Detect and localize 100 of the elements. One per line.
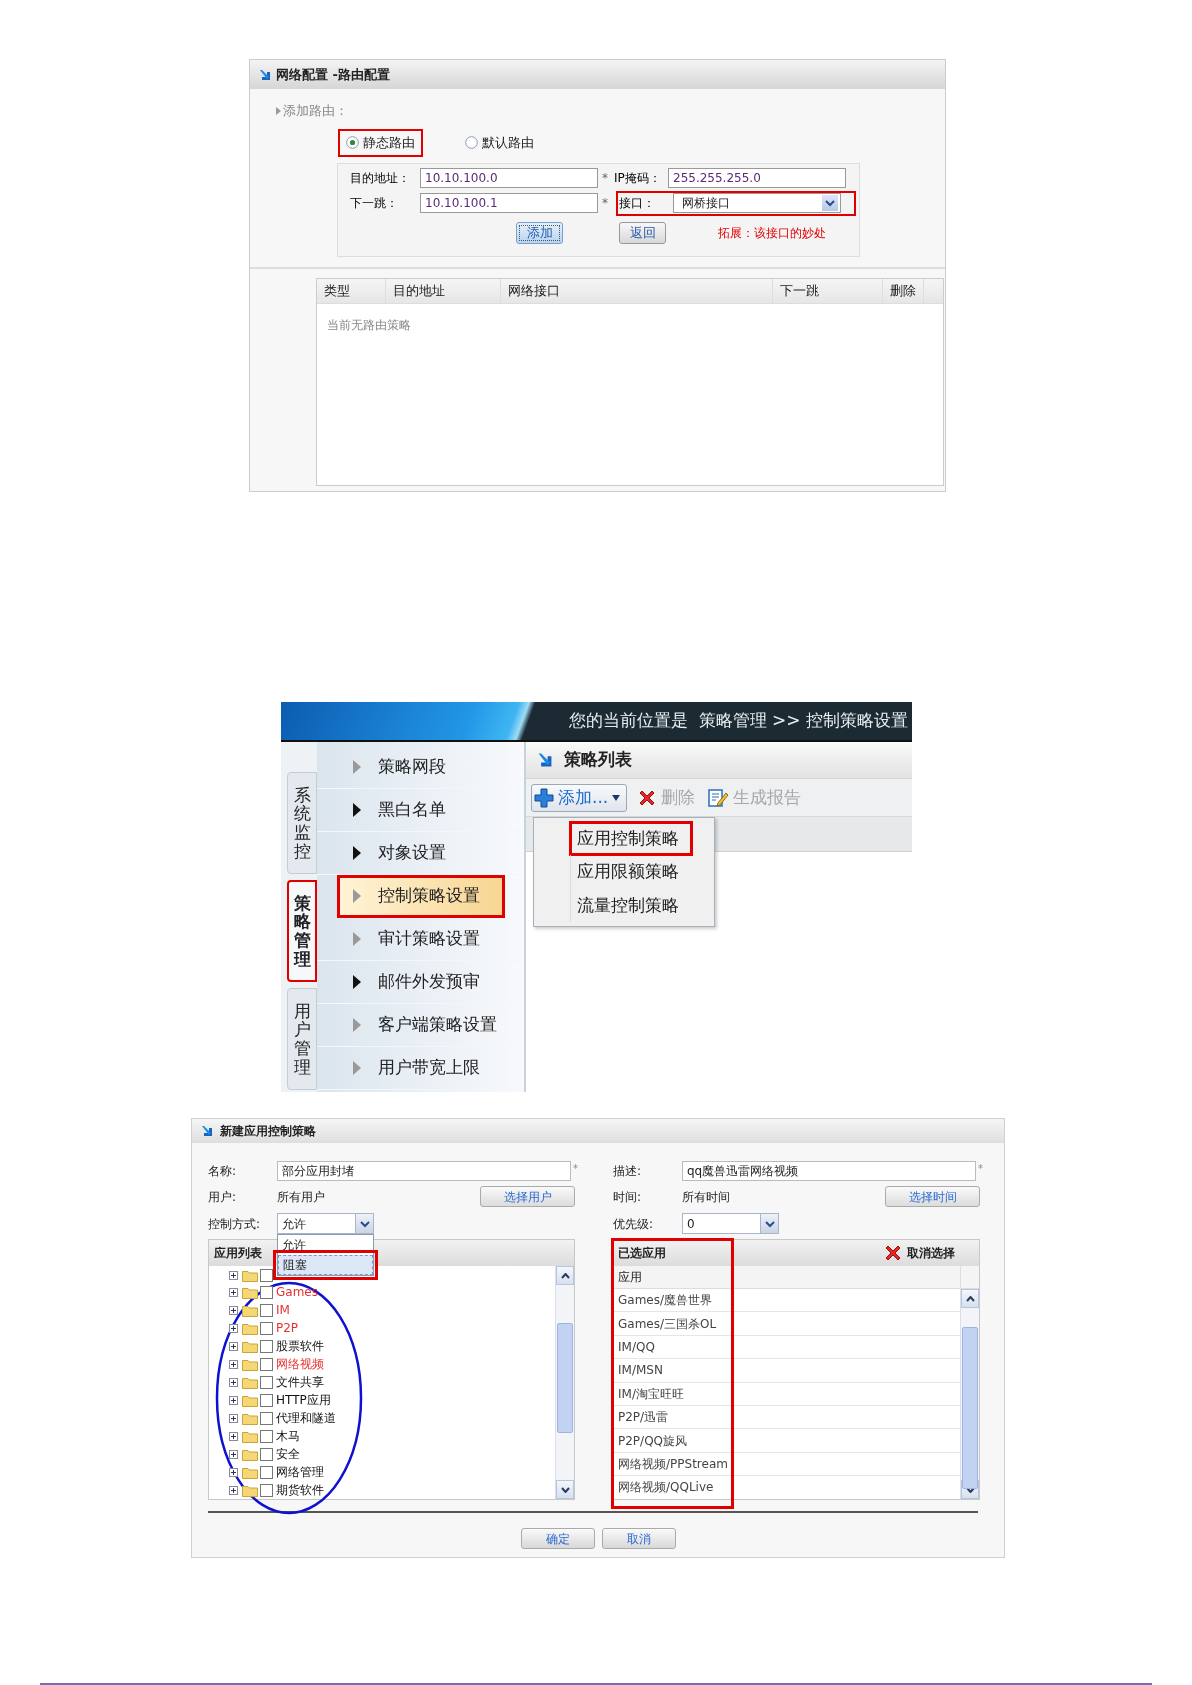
list-row[interactable]: Games/三国杀OL [614, 1312, 960, 1336]
side-tab[interactable]: 策略管理 [287, 880, 317, 982]
picker-button[interactable]: 选择时间 [885, 1186, 980, 1207]
menu-item[interactable]: 审计策略设置 [317, 918, 524, 961]
list-row[interactable]: Games/魔兽世界 [614, 1289, 960, 1313]
form-button[interactable]: 返回 [619, 221, 666, 244]
radio-option[interactable]: 默认路由 [457, 128, 542, 157]
tree-item[interactable]: 网络视频 [276, 1355, 324, 1373]
folder-icon [242, 1465, 258, 1479]
menu-item[interactable]: 控制策略设置 [337, 875, 505, 918]
triangle-icon [353, 1018, 361, 1032]
tree-item[interactable]: 网络管理 [276, 1463, 324, 1481]
list-row[interactable]: IM/MSN [614, 1359, 960, 1383]
folder-icon [242, 1303, 258, 1317]
folder-icon [242, 1447, 258, 1461]
text-field[interactable]: 10.10.100.1 [420, 193, 598, 213]
menu-item[interactable]: 客户端策略设置 [317, 1004, 524, 1047]
list-row[interactable]: IM/淘宝旺旺 [614, 1382, 960, 1406]
checkbox-icon [260, 1429, 273, 1443]
tree-item[interactable]: 期货软件 [276, 1481, 324, 1499]
picker-button[interactable]: 选择用户 [480, 1186, 575, 1207]
checkbox-icon [260, 1483, 273, 1497]
expand-icon [229, 1485, 238, 1495]
column-header: 删除 [883, 278, 924, 303]
dropdown-item[interactable]: 应用控制策略 [570, 822, 692, 856]
required-mark: * [978, 1162, 983, 1176]
tree-item[interactable]: 木马 [276, 1427, 300, 1445]
list-row[interactable]: IM/QQ [614, 1335, 960, 1360]
folder-icon [242, 1393, 258, 1407]
triangle-icon [353, 1061, 361, 1075]
tree-item[interactable]: P2P [276, 1319, 299, 1337]
list-row[interactable]: P2P/QQ旋风 [614, 1429, 960, 1453]
folder-icon [242, 1357, 258, 1371]
text-field[interactable]: 255.255.255.0 [668, 168, 846, 188]
radio-option[interactable]: 静态路由 [338, 128, 423, 157]
expand-icon [229, 1287, 238, 1297]
text-field[interactable]: 部分应用封堵 [277, 1161, 571, 1181]
scrollbar[interactable] [555, 1266, 574, 1499]
tree-item[interactable]: IM [276, 1301, 290, 1319]
dialog-button[interactable]: 取消 [602, 1528, 676, 1549]
menu-item[interactable]: 黑白名单 [317, 789, 524, 832]
arrow-icon [258, 67, 272, 82]
toolbar-button[interactable]: 添加... [531, 783, 628, 812]
empty-message: 当前无路由策略 [327, 316, 412, 334]
tree-item[interactable]: Games [276, 1283, 318, 1301]
expand-icon [229, 1431, 238, 1441]
field-label: 优先级: [613, 1215, 655, 1233]
expand-icon [229, 1467, 238, 1477]
folder-icon [242, 1268, 258, 1282]
menu-item[interactable]: 策略网段 [317, 746, 524, 789]
menu-item[interactable]: 邮件外发预审 [317, 961, 524, 1004]
folder-icon [242, 1321, 258, 1335]
list-title: 策略列表 [564, 748, 632, 772]
list-row[interactable]: 网络视频/PPStream [614, 1452, 960, 1477]
list-row[interactable]: P2P/迅雷 [614, 1405, 960, 1430]
column-header: 目的地址 [386, 278, 501, 303]
triangle-icon [353, 760, 361, 774]
field-label: 目的地址： [350, 170, 411, 187]
text-field[interactable]: qq魔兽迅雷网络视频 [682, 1161, 976, 1181]
triangle-icon [353, 932, 361, 946]
expand-icon [229, 1449, 238, 1459]
mode-select[interactable]: 允许 [277, 1213, 374, 1234]
checkbox-icon [260, 1321, 273, 1335]
expand-icon [229, 1270, 238, 1280]
field-label: 描述: [613, 1163, 643, 1180]
expand-icon [229, 1377, 238, 1387]
tree-item[interactable]: 股票软件 [276, 1337, 324, 1355]
scrollbar[interactable] [960, 1289, 979, 1499]
breadcrumb: 您的当前位置是 策略管理 >> 控制策略设置 [568, 709, 908, 733]
expand-icon [229, 1359, 238, 1369]
checkbox-icon [260, 1303, 273, 1317]
side-tab[interactable]: 用户管理 [287, 988, 317, 1090]
required-mark: * [601, 195, 609, 212]
dropdown-item[interactable]: 应用限额策略 [570, 855, 714, 889]
dropdown-item[interactable]: 流量控制策略 [570, 888, 714, 922]
dialog-button[interactable]: 确定 [521, 1528, 595, 1549]
field-label: 控制方式: [208, 1215, 262, 1233]
priority-select[interactable]: 0 [682, 1213, 779, 1234]
plus-icon [534, 787, 554, 808]
expand-icon [229, 1395, 238, 1405]
column-header: 网络接口 [501, 278, 773, 303]
side-tab[interactable]: 系统监控 [287, 772, 317, 874]
tree-item[interactable]: 安全 [276, 1445, 300, 1463]
dropdown-option[interactable]: 允许 [278, 1235, 373, 1255]
tree-item[interactable]: HTTP应用 [276, 1391, 331, 1409]
interface-select[interactable]: 网桥接口 [673, 193, 841, 213]
folder-icon [242, 1411, 258, 1425]
clear-selection-button[interactable]: 取消选择 [883, 1243, 955, 1263]
tree-item[interactable]: 代理和隧道 [276, 1409, 336, 1427]
tree-item[interactable]: 文件共享 [276, 1373, 324, 1391]
checkbox-icon [260, 1411, 273, 1425]
required-mark: * [573, 1162, 578, 1176]
menu-item[interactable]: 用户带宽上限 [317, 1047, 524, 1090]
field-label: 用户: [208, 1188, 238, 1206]
dialog-title: 新建应用控制策略 [220, 1123, 316, 1140]
field-value: 所有用户 [277, 1188, 325, 1206]
checkbox-icon [260, 1447, 273, 1461]
text-field[interactable]: 10.10.100.0 [420, 168, 598, 188]
form-button[interactable]: 添加 [516, 221, 563, 244]
checkbox-icon [260, 1357, 273, 1371]
